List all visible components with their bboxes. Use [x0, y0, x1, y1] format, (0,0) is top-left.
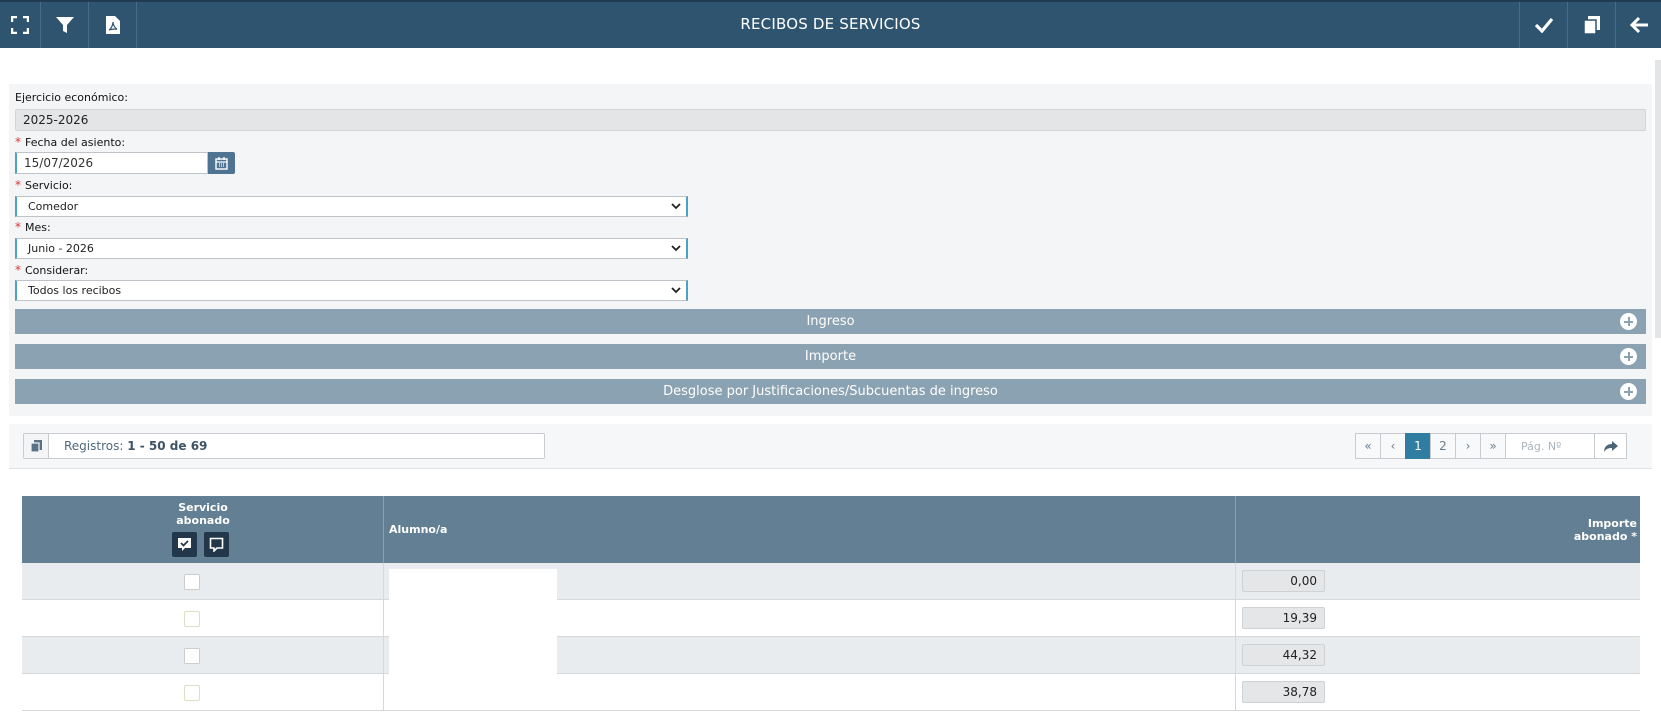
- filter-button[interactable]: [41, 2, 89, 48]
- page-scrollbar[interactable]: [1655, 60, 1661, 338]
- servicio-checkbox[interactable]: [184, 611, 200, 627]
- copy-records-button[interactable]: [24, 434, 49, 458]
- plus-circle-icon: [1620, 383, 1637, 400]
- table-row: 19,39: [22, 600, 1640, 637]
- page-2-button[interactable]: 2: [1430, 433, 1455, 459]
- check-all-icon: [178, 538, 191, 551]
- fecha-input[interactable]: [15, 152, 208, 174]
- checkmark-icon: [1534, 17, 1553, 33]
- importe-field[interactable]: 19,39: [1242, 607, 1325, 629]
- top-toolbar: RECIBOS DE SERVICIOS: [0, 0, 1661, 48]
- header-importe-abonado: Importe abonado *: [1573, 517, 1637, 543]
- share-arrow-icon: [1603, 440, 1618, 452]
- page-title: RECIBOS DE SERVICIOS: [740, 15, 921, 33]
- copy-icon: [1582, 16, 1600, 35]
- servicio-checkbox[interactable]: [184, 574, 200, 590]
- accordion-desglose[interactable]: Desglose por Justificaciones/Subcuentas …: [15, 379, 1646, 404]
- page-number-input[interactable]: Pág. Nº: [1505, 433, 1594, 459]
- pagination: « ‹ 1 2 › » Pág. Nº: [1355, 433, 1627, 459]
- required-mark: *: [15, 135, 21, 149]
- go-page-button[interactable]: [1594, 433, 1627, 459]
- importe-field[interactable]: 0,00: [1242, 570, 1325, 592]
- plus-circle-icon: [1620, 348, 1637, 365]
- check-all-button[interactable]: [172, 532, 197, 557]
- back-arrow-icon: [1629, 16, 1648, 34]
- last-page-button[interactable]: »: [1480, 433, 1505, 459]
- mes-select[interactable]: Junio - 2026: [15, 238, 688, 259]
- first-page-button[interactable]: «: [1355, 433, 1380, 459]
- page-1-button[interactable]: 1: [1405, 433, 1430, 459]
- fullscreen-button[interactable]: [0, 2, 41, 48]
- records-range: 1 - 50 de 69: [127, 439, 208, 453]
- importe-field[interactable]: 44,32: [1242, 644, 1325, 666]
- comment-icon: [209, 537, 224, 552]
- servicio-label: * Servicio:: [15, 178, 73, 192]
- copy-icon: [29, 440, 42, 453]
- servicio-checkbox[interactable]: [184, 685, 200, 701]
- accordion-ingreso[interactable]: Ingreso: [15, 309, 1646, 334]
- comment-button[interactable]: [204, 532, 229, 557]
- ejercicio-label: Ejercicio económico:: [15, 91, 128, 104]
- table-row: 38,78: [22, 674, 1640, 711]
- fullscreen-icon: [11, 16, 29, 34]
- mes-label: * Mes:: [15, 220, 51, 234]
- redacted-student-names: [389, 569, 557, 679]
- servicio-select[interactable]: Comedor: [15, 196, 688, 217]
- calendar-icon: [215, 156, 228, 170]
- table-row: 44,32: [22, 637, 1640, 674]
- plus-circle-icon: [1620, 313, 1637, 330]
- considerar-select[interactable]: Todos los recibos: [15, 280, 688, 301]
- fecha-label: * Fecha del asiento:: [15, 135, 126, 149]
- importe-field[interactable]: 38,78: [1242, 681, 1325, 703]
- prev-page-button[interactable]: ‹: [1380, 433, 1405, 459]
- back-button[interactable]: [1615, 2, 1661, 48]
- table-header: Servicio abonado Alumno/a Importe abonad…: [22, 496, 1640, 563]
- copy-button[interactable]: [1567, 2, 1615, 48]
- next-page-button[interactable]: ›: [1455, 433, 1480, 459]
- considerar-label: * Considerar:: [15, 263, 89, 277]
- ejercicio-field: 2025-2026: [15, 109, 1646, 131]
- chevron-down-icon: [671, 245, 681, 252]
- chevron-down-icon: [671, 203, 681, 210]
- servicio-checkbox[interactable]: [184, 648, 200, 664]
- pdf-icon: [105, 16, 120, 34]
- header-servicio-abonado: Servicio abonado: [22, 496, 384, 563]
- calendar-button[interactable]: [208, 152, 235, 174]
- pdf-button[interactable]: [89, 2, 137, 48]
- header-alumno: Alumno/a: [384, 496, 1236, 563]
- chevron-down-icon: [671, 287, 681, 294]
- records-text: Registros: 1 - 50 de 69: [64, 439, 208, 453]
- accordion-importe[interactable]: Importe: [15, 344, 1646, 369]
- confirm-button[interactable]: [1519, 2, 1567, 48]
- table-row: 0,00: [22, 563, 1640, 600]
- filter-icon: [55, 17, 74, 33]
- records-counter: Registros: 1 - 50 de 69: [23, 433, 545, 459]
